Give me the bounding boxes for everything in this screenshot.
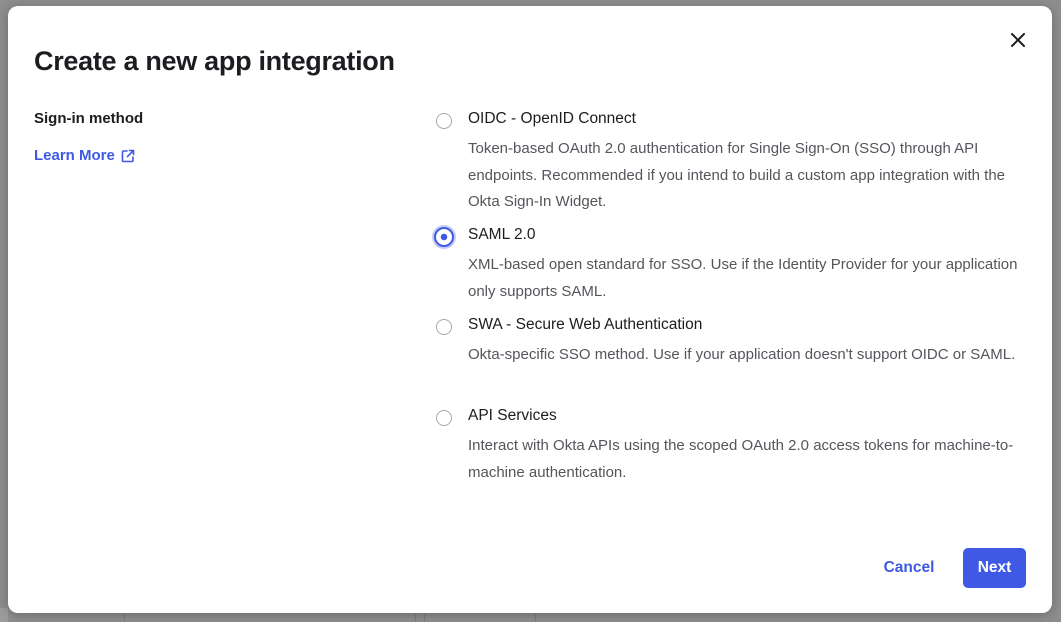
radio-api-services[interactable] (436, 410, 452, 426)
option-title: SWA - Secure Web Authentication (468, 316, 703, 333)
sign-in-method-label: Sign-in method (34, 110, 144, 127)
cancel-button[interactable]: Cancel (870, 548, 948, 588)
external-link-icon (121, 149, 135, 162)
dialog-title: Create a new app integration (34, 46, 395, 76)
next-button[interactable]: Next (963, 548, 1026, 588)
learn-more-link[interactable]: Learn More (34, 147, 135, 164)
radio-oidc[interactable] (436, 113, 452, 129)
option-title: OIDC - OpenID Connect (468, 110, 636, 127)
option-description: Okta-specific SSO method. Use if your ap… (468, 346, 1016, 363)
option-description: Token-based OAuth 2.0 authentication for… (468, 140, 1005, 210)
close-icon (1011, 33, 1025, 47)
option-title: SAML 2.0 (468, 226, 536, 243)
background-fragment (424, 612, 536, 622)
close-button[interactable] (1006, 28, 1030, 52)
radio-swa[interactable] (436, 319, 452, 335)
option-description: XML-based open standard for SSO. Use if … (468, 256, 1018, 300)
learn-more-label: Learn More (34, 147, 115, 164)
option-description: Interact with Okta APIs using the scoped… (468, 437, 1014, 481)
option-title: API Services (468, 407, 557, 424)
background-fragment (0, 608, 8, 622)
radio-saml[interactable] (434, 227, 454, 247)
background-fragment (124, 612, 416, 622)
create-app-integration-dialog: Create a new app integration Sign-in met… (8, 6, 1052, 613)
